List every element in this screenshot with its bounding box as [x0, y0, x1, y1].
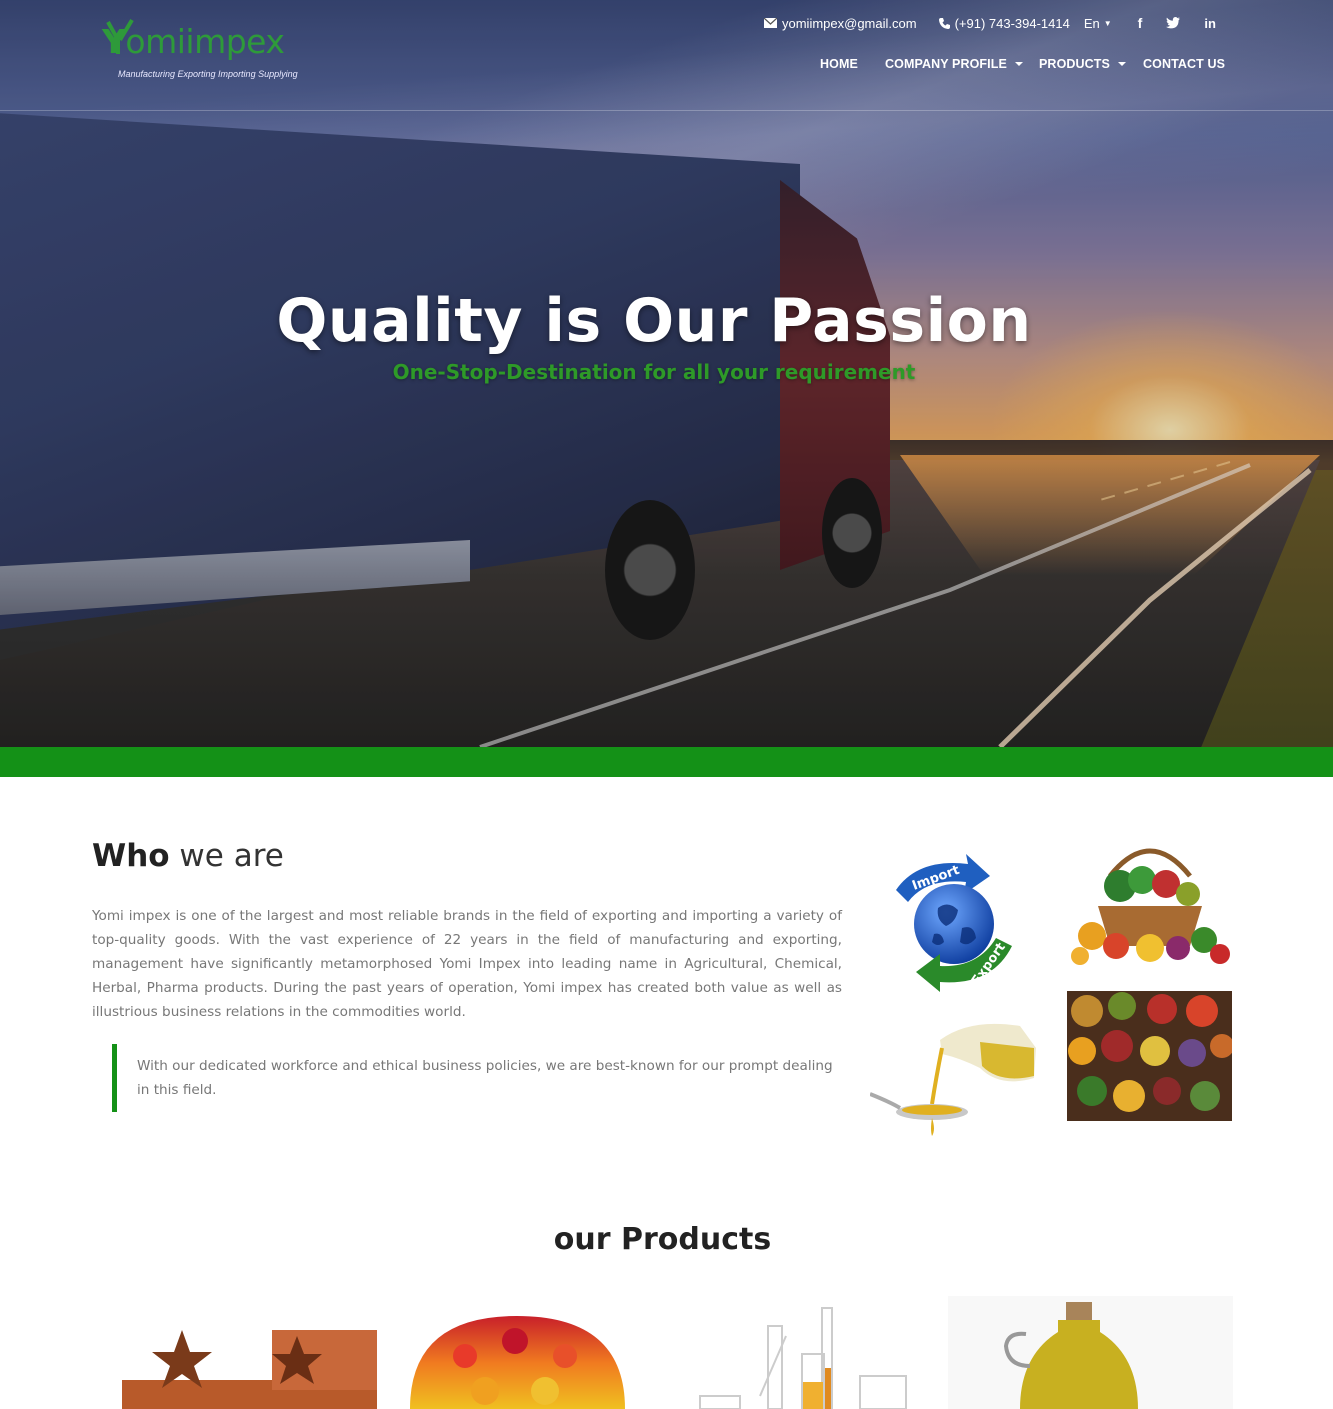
product-card-chemicals[interactable] — [690, 1296, 920, 1409]
logo-wordmark: Yomiimpex — [102, 22, 285, 61]
main-nav: HOME COMPANY PROFILE PRODUCTS CONTACT US — [820, 57, 1225, 71]
who-we-are-heading: Who we are — [92, 838, 284, 874]
language-selector[interactable]: En ▼ — [1084, 16, 1112, 31]
nav-products[interactable]: PRODUCTS — [1039, 57, 1143, 71]
product-card-oil[interactable] — [948, 1296, 1233, 1409]
language-value: En — [1083, 15, 1100, 31]
linkedin-icon[interactable]: in — [1204, 16, 1216, 31]
spices-image — [1067, 991, 1232, 1121]
who-heading-bold: Who — [92, 838, 170, 874]
nav-home[interactable]: HOME — [820, 57, 885, 71]
who-we-are-quote: With our dedicated workforce and ethical… — [112, 1044, 842, 1112]
nav-company-profile-label: COMPANY PROFILE — [885, 57, 1007, 71]
email-text: yomiimpex@gmail.com — [782, 15, 917, 31]
caret-down-icon — [1117, 62, 1126, 66]
product-card-fruits[interactable] — [405, 1296, 630, 1409]
envelope-icon — [764, 18, 777, 28]
green-divider-band — [0, 747, 1333, 777]
twitter-icon[interactable] — [1166, 17, 1181, 29]
who-we-are-paragraph: Yomi impex is one of the largest and mos… — [92, 908, 842, 1020]
nav-company-profile[interactable]: COMPANY PROFILE — [885, 57, 1039, 71]
nav-products-label: PRODUCTS — [1039, 57, 1110, 71]
social-links: f in — [1138, 15, 1216, 31]
caret-down-icon — [1014, 62, 1023, 66]
import-export-globe-image: Import Export — [878, 850, 1028, 995]
header-divider — [0, 110, 1333, 111]
who-heading-light: we are — [169, 838, 284, 874]
hero-subtitle: One-Stop-Destination for all your requir… — [392, 360, 916, 384]
oil-pouring-image — [870, 1018, 1038, 1142]
nav-contact-us[interactable]: CONTACT US — [1143, 57, 1225, 71]
phone-text: (+91) 743-394-1414 — [954, 15, 1070, 31]
products-heading-bold: Products — [621, 1222, 772, 1257]
contact-strip: yomiimpex@gmail.com (+91) 743-394-1414 E… — [764, 14, 1216, 32]
facebook-icon[interactable]: f — [1138, 15, 1143, 31]
phone-icon — [938, 17, 950, 29]
hero-title: Quality is Our Passion — [276, 286, 1032, 356]
email-link[interactable]: yomiimpex@gmail.com — [764, 16, 917, 31]
logo-tagline: Manufacturing Exporting Importing Supply… — [118, 69, 298, 79]
fruit-vegetable-basket-image — [1070, 836, 1230, 970]
products-heading-light: our — [553, 1222, 621, 1257]
site-logo[interactable]: Yomiimpex Manufacturing Exporting Import… — [102, 14, 302, 86]
phone-link[interactable]: (+91) 743-394-1414 — [938, 15, 1070, 31]
product-card-spices[interactable] — [122, 1296, 377, 1409]
logo-letter: Y — [102, 22, 126, 61]
products-heading: our Products — [0, 1222, 1325, 1257]
logo-name: omiimpex — [125, 22, 285, 61]
caret-down-icon: ▼ — [1103, 18, 1112, 28]
